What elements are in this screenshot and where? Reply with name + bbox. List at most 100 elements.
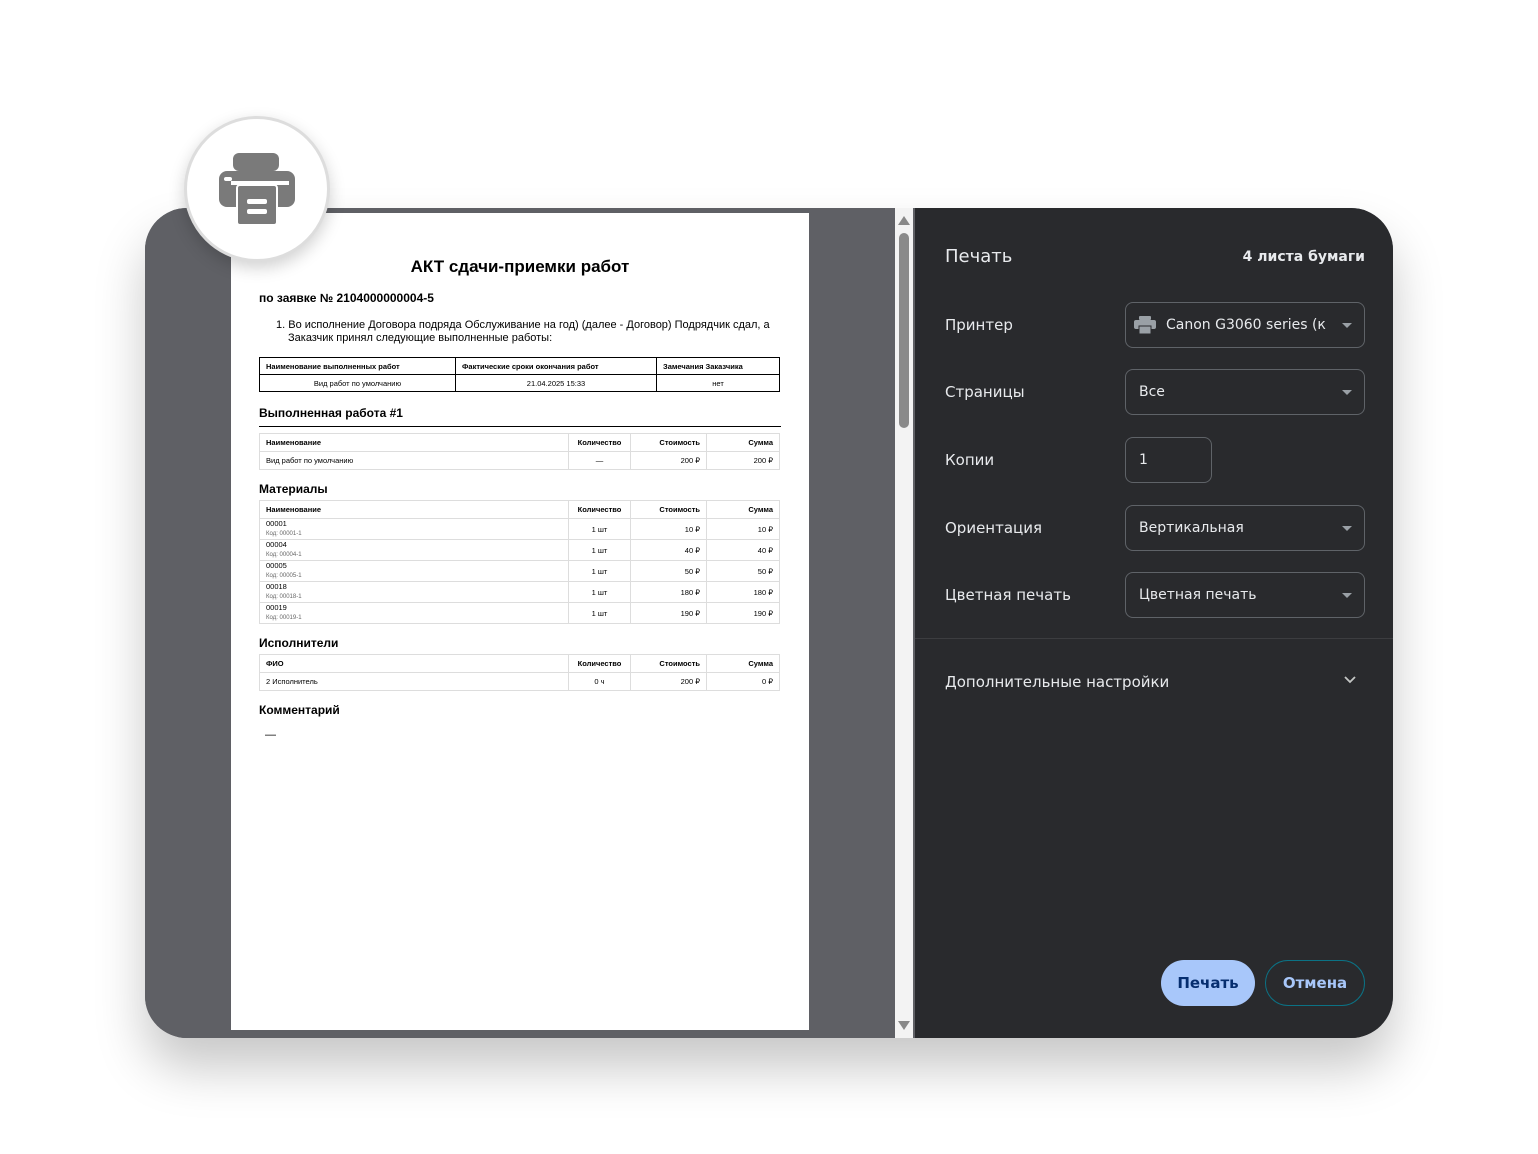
printer-icon — [1134, 316, 1156, 334]
cell: 180 ₽ — [630, 581, 707, 603]
print-dialog: АКТ сдачи-приемки работ по заявке № 2104… — [145, 208, 1393, 1038]
cell: 50 ₽ — [630, 560, 707, 582]
comment-heading: Комментарий — [259, 703, 340, 717]
copies-label: Копии — [945, 451, 995, 469]
chevron-down-icon — [1342, 390, 1352, 395]
chevron-down-icon — [1342, 593, 1352, 598]
th: Наименование выполненных работ — [259, 357, 456, 375]
cell: 200 ₽ — [706, 451, 780, 470]
cell: 200 ₽ — [630, 451, 707, 470]
doc-title: АКТ сдачи-приемки работ — [410, 257, 630, 276]
cell: Вид работ по умолчанию — [259, 374, 456, 392]
column-header: Количество — [568, 654, 631, 673]
cell-name: 00001 Код: 00001-1 — [259, 518, 569, 540]
preview-page: АКТ сдачи-приемки работ по заявке № 2104… — [231, 213, 809, 1030]
color-value: Цветная печать — [1139, 587, 1257, 603]
cell: 40 ₽ — [630, 539, 707, 561]
column-header: Количество — [568, 433, 631, 452]
print-button[interactable]: Печать — [1161, 960, 1255, 1006]
item-code: Код: 00005-1 — [266, 573, 302, 579]
chevron-down-icon — [1342, 526, 1352, 531]
cell: 0 ч — [568, 672, 631, 691]
item-code: Код: 00018-1 — [266, 594, 302, 600]
table-row: 2 Исполнитель 0 ч 200 ₽0 ₽ — [259, 672, 780, 691]
column-header: Сумма — [706, 433, 780, 452]
printer-badge — [184, 116, 330, 262]
cell: 180 ₽ — [706, 581, 780, 603]
work-table: Наименование Количество Стоимость Сумма Вид … — [259, 433, 780, 470]
cell: 1 шт — [568, 539, 631, 561]
table-row: 00004 Код: 00004-1 1 шт 40 ₽40 ₽ — [259, 539, 780, 561]
cell: 2 Исполнитель — [259, 672, 569, 691]
panel-title: Печать — [945, 246, 1013, 267]
executors-heading: Исполнители — [259, 636, 339, 650]
doc-subtitle: по заявке № 2104000000004-5 — [259, 291, 434, 305]
pages-label: Страницы — [945, 383, 1025, 401]
summary-table: Наименование выполненных работ Фактически… — [259, 357, 780, 392]
printer-label: Принтер — [945, 316, 1013, 334]
item-name: 00005 — [266, 561, 287, 570]
item-code: Код: 00019-1 — [266, 615, 302, 621]
orientation-value: Вертикальная — [1139, 520, 1244, 536]
printer-select[interactable]: Canon G3060 series (ко — [1125, 302, 1365, 348]
orientation-select[interactable]: Вертикальная — [1125, 505, 1365, 551]
chevron-down-icon — [1344, 676, 1356, 684]
cell: 50 ₽ — [706, 560, 780, 582]
cell: Вид работ по умолчанию — [259, 451, 569, 470]
th: Фактические сроки окончания работ — [455, 357, 657, 375]
item-code: Код: 00001-1 — [266, 531, 302, 537]
column-header: Наименование — [259, 433, 569, 452]
table-row: Вид работ по умолчанию 21.04.2025 15:33 не… — [259, 374, 780, 392]
table-header-row: Наименование Количество Стоимость Сумма — [259, 500, 780, 519]
table-row: Вид работ по умолчанию —200 ₽200 ₽ — [259, 451, 780, 470]
item-name: 00019 — [266, 603, 287, 612]
column-header: Сумма — [706, 500, 780, 519]
cell: 1 шт — [568, 602, 631, 624]
scroll-down-icon[interactable] — [898, 1021, 910, 1030]
pages-row: Страницы Все — [945, 369, 1365, 415]
cell: 1 шт — [568, 518, 631, 540]
cell: нет — [656, 374, 780, 392]
cell: 10 ₽ — [630, 518, 707, 540]
column-header: Стоимость — [630, 500, 707, 519]
more-settings-toggle[interactable]: Дополнительные настройки — [945, 673, 1357, 691]
column-header: Стоимость — [630, 654, 707, 673]
cell: 40 ₽ — [706, 539, 780, 561]
chevron-down-icon — [1342, 323, 1352, 328]
table-header-row: Наименование Количество Стоимость Сумма — [259, 433, 780, 452]
sheet-count: 4 листа бумаги — [1242, 249, 1365, 265]
doc-paragraph: 1. Во исполнение Договора подряда Обслуж… — [276, 319, 770, 344]
column-header: Сумма — [706, 654, 780, 673]
materials-table: Наименование Количество Стоимость Сумма 0000… — [259, 500, 780, 624]
pages-select[interactable]: Все — [1125, 369, 1365, 415]
cell: 190 ₽ — [630, 602, 707, 624]
cell: 0 ₽ — [706, 672, 780, 691]
copies-input[interactable]: 1 — [1125, 437, 1212, 483]
item-name: 00004 — [266, 540, 287, 549]
scroll-thumb[interactable] — [899, 233, 909, 428]
cell: — — [568, 451, 631, 470]
printer-icon — [219, 153, 295, 226]
th: Замечания Заказчика — [656, 357, 780, 375]
comment-text: — — [265, 729, 276, 741]
color-label: Цветная печать — [945, 586, 1071, 604]
work-heading: Выполненная работа #1 — [259, 406, 781, 427]
table-row: 00019 Код: 00019-1 1 шт 190 ₽190 ₽ — [259, 602, 780, 624]
printer-row: Принтер Canon G3060 series (ко — [945, 302, 1365, 348]
column-header: Наименование — [259, 500, 569, 519]
table-header-row: ФИО Количество Стоимость Сумма — [259, 654, 780, 673]
cell-name: 00004 Код: 00004-1 — [259, 539, 569, 561]
table-row: 00005 Код: 00005-1 1 шт 50 ₽50 ₽ — [259, 560, 780, 582]
column-header: Стоимость — [630, 433, 707, 452]
color-select[interactable]: Цветная печать — [1125, 572, 1365, 618]
item-name: 00018 — [266, 582, 287, 591]
item-code: Код: 00004-1 — [266, 552, 302, 558]
scroll-up-icon[interactable] — [898, 216, 910, 225]
settings-panel: Печать 4 листа бумаги Принтер Canon G306… — [915, 208, 1393, 1038]
preview-scrollbar[interactable] — [895, 208, 913, 1038]
cancel-button[interactable]: Отмена — [1265, 960, 1365, 1006]
cell-name: 00005 Код: 00005-1 — [259, 560, 569, 582]
cell: 200 ₽ — [630, 672, 707, 691]
column-header: Количество — [568, 500, 631, 519]
cell-name: 00018 Код: 00018-1 — [259, 581, 569, 603]
